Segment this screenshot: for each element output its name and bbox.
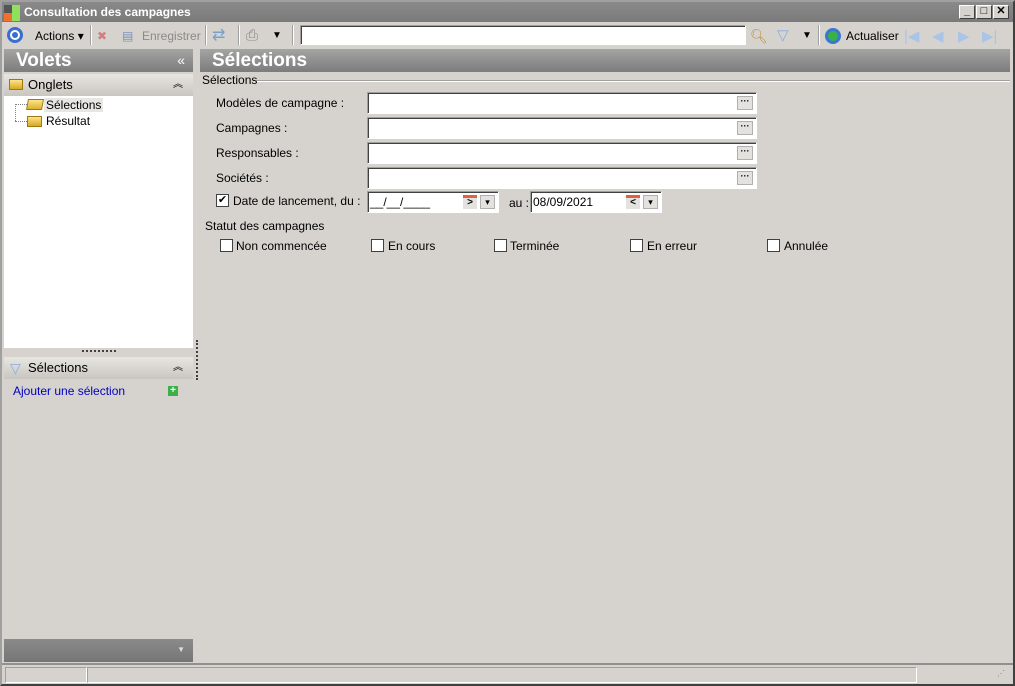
tabs-section-title: Onglets bbox=[28, 77, 73, 92]
panes-title: Volets bbox=[16, 50, 72, 71]
separator bbox=[205, 25, 207, 45]
calendar-dropdown-button[interactable]: ▾ bbox=[643, 195, 658, 209]
separator bbox=[292, 25, 294, 45]
field-label: Responsables : bbox=[216, 146, 299, 160]
maximize-button[interactable]: □ bbox=[976, 5, 992, 19]
last-record-icon[interactable]: ▶| bbox=[982, 27, 997, 45]
target-icon[interactable] bbox=[7, 27, 23, 43]
collapse-section-icon[interactable]: ︽ bbox=[173, 357, 183, 379]
separator bbox=[818, 25, 820, 45]
field-label: Campagnes : bbox=[216, 121, 288, 135]
pane-selector[interactable]: ▼ bbox=[4, 639, 193, 662]
first-record-icon[interactable]: |◀ bbox=[904, 27, 919, 45]
filter-icon[interactable]: ▽ bbox=[777, 26, 789, 46]
managers-input[interactable] bbox=[367, 142, 757, 164]
date-next-icon[interactable]: > bbox=[463, 195, 477, 209]
tree-item-selections[interactable]: Sélections bbox=[44, 98, 104, 112]
add-selection-link[interactable]: Ajouter une sélection bbox=[13, 384, 125, 398]
browse-button[interactable]: ··· bbox=[737, 146, 753, 160]
actions-menu[interactable]: Actions ▾ bbox=[35, 26, 84, 46]
search-input[interactable] bbox=[300, 25, 746, 45]
vertical-splitter[interactable] bbox=[196, 340, 198, 380]
print-icon[interactable]: ⎙ bbox=[246, 26, 258, 46]
tree-item-resultat[interactable]: Résultat bbox=[46, 114, 90, 128]
status-label: En erreur bbox=[647, 239, 698, 253]
status-error-checkbox[interactable] bbox=[630, 239, 643, 252]
status-pane bbox=[87, 667, 917, 683]
tabs-section-header[interactable]: Onglets ︽ bbox=[4, 74, 193, 96]
filter-icon: ▽ bbox=[10, 360, 21, 376]
refresh-icon[interactable] bbox=[825, 28, 841, 44]
field-label: Modèles de campagne : bbox=[216, 96, 345, 110]
date-to-label: au : bbox=[509, 196, 530, 210]
splitter-grip[interactable] bbox=[82, 350, 116, 352]
date-from-value: __/__/____ bbox=[370, 195, 431, 209]
browse-button[interactable]: ··· bbox=[737, 96, 753, 110]
campaign-models-input[interactable] bbox=[367, 92, 757, 114]
title-bar: Consultation des campagnes _ □ ✕ bbox=[2, 2, 1013, 22]
resize-grip-icon[interactable]: ⋰ bbox=[997, 669, 1005, 678]
collapse-panes-icon[interactable]: « bbox=[177, 49, 185, 72]
status-pane bbox=[5, 667, 87, 683]
save-icon: ▤ bbox=[122, 29, 134, 43]
next-record-icon[interactable]: ▶ bbox=[958, 27, 970, 45]
filter-dropdown-icon[interactable]: ▼ bbox=[802, 26, 812, 46]
add-icon[interactable]: + bbox=[168, 386, 178, 396]
browse-button[interactable]: ··· bbox=[737, 121, 753, 135]
browse-button[interactable]: ··· bbox=[737, 171, 753, 185]
open-folder-icon bbox=[26, 99, 44, 110]
status-label: Annulée bbox=[784, 239, 829, 253]
tabs-tree: Sélections Résultat bbox=[4, 96, 193, 348]
panes-header: Volets « bbox=[4, 49, 193, 72]
campaigns-input[interactable] bbox=[367, 117, 757, 139]
separator bbox=[90, 25, 92, 45]
status-label: Non commencée bbox=[236, 239, 327, 253]
status-cancelled-checkbox[interactable] bbox=[767, 239, 780, 252]
save-button[interactable]: Enregistrer bbox=[142, 26, 201, 46]
group-title: Sélections bbox=[202, 73, 258, 87]
close-button[interactable]: ✕ bbox=[993, 5, 1009, 19]
group-divider bbox=[254, 80, 1010, 82]
date-to-value: 08/09/2021 bbox=[533, 195, 594, 209]
delete-icon: ✖ bbox=[97, 29, 108, 43]
actions-label: Actions bbox=[35, 29, 75, 43]
status-label: Terminée bbox=[510, 239, 560, 253]
sync-icon[interactable]: ⇄ bbox=[212, 26, 225, 46]
status-section-label: Statut des campagnes bbox=[205, 219, 325, 233]
selections-section-title: Sélections bbox=[28, 360, 88, 375]
page-title: Sélections bbox=[200, 49, 1010, 72]
separator bbox=[238, 25, 240, 45]
collapse-section-icon[interactable]: ︽ bbox=[173, 74, 183, 96]
refresh-button[interactable]: Actualiser bbox=[846, 26, 899, 46]
status-bar: ⋰ bbox=[2, 663, 1013, 684]
window-title: Consultation des campagnes bbox=[24, 5, 191, 19]
calendar-dropdown-button[interactable]: ▾ bbox=[480, 195, 495, 209]
status-in-progress-checkbox[interactable] bbox=[371, 239, 384, 252]
app-logo-icon bbox=[4, 5, 20, 21]
launch-date-label: Date de lancement, du : bbox=[233, 194, 361, 208]
date-previous-icon[interactable]: < bbox=[626, 195, 640, 209]
launch-date-checkbox[interactable]: ✔ bbox=[216, 194, 229, 207]
toolbar: Actions ▾ ✖ ▤ Enregistrer ⇄ ⎙ ▼ 🔍︎ ▽ ▼ A… bbox=[2, 22, 1013, 48]
status-finished-checkbox[interactable] bbox=[494, 239, 507, 252]
print-dropdown-icon[interactable]: ▼ bbox=[272, 26, 282, 46]
folder-icon bbox=[9, 79, 23, 90]
status-not-started-checkbox[interactable] bbox=[220, 239, 233, 252]
previous-record-icon[interactable]: ◀ bbox=[932, 27, 944, 45]
search-icon[interactable]: 🔍︎ bbox=[750, 26, 768, 46]
status-label: En cours bbox=[388, 239, 436, 253]
minimize-button[interactable]: _ bbox=[959, 5, 975, 19]
chevron-down-icon[interactable]: ▼ bbox=[177, 645, 185, 654]
selections-section-header[interactable]: ▽ Sélections ︽ bbox=[4, 357, 193, 379]
companies-input[interactable] bbox=[367, 167, 757, 189]
folder-icon bbox=[27, 116, 42, 127]
field-label: Sociétés : bbox=[216, 171, 269, 185]
